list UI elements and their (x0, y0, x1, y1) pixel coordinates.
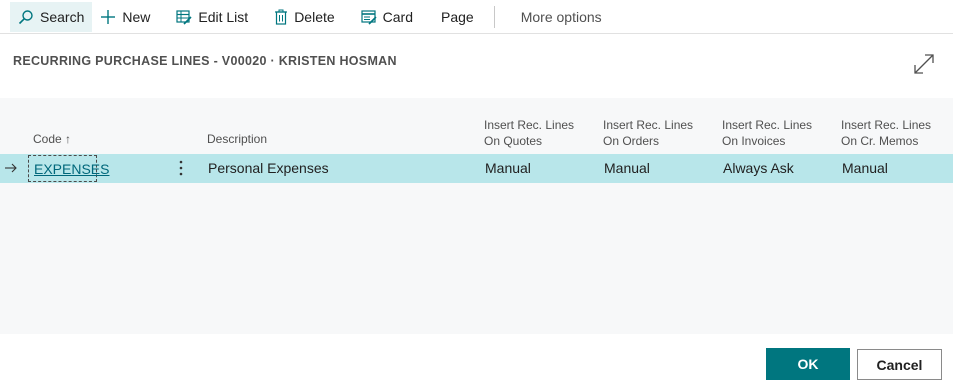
delete-label: Delete (294, 8, 335, 25)
memos-cell[interactable]: Manual (842, 160, 888, 176)
trash-icon (275, 9, 288, 25)
column-header-orders-line2: On Orders (603, 134, 660, 148)
orders-cell[interactable]: Manual (604, 160, 650, 176)
card-label: Card (382, 8, 414, 25)
more-options-button[interactable]: More options (513, 2, 610, 32)
code-link[interactable]: EXPENSES (34, 161, 109, 177)
page-title: RECURRING PURCHASE LINES - V00020 · KRIS… (13, 54, 397, 68)
card-icon (361, 9, 377, 25)
column-header-invoices-line2: On Invoices (722, 134, 786, 148)
column-header-quotes-line2: On Quotes (484, 134, 543, 148)
edit-list-label: Edit List (198, 8, 249, 25)
ok-button[interactable]: OK (766, 348, 850, 380)
current-row-arrow-icon (5, 163, 17, 173)
column-header-invoices-line1: Insert Rec. Lines (722, 118, 813, 132)
code-cell[interactable]: EXPENSES (28, 155, 109, 182)
expand-icon[interactable] (912, 52, 936, 76)
card-button[interactable]: Card (353, 2, 421, 32)
delete-button[interactable]: Delete (266, 2, 342, 32)
column-header-invoices[interactable]: Insert Rec. Lines On Invoices (722, 117, 812, 149)
column-header-memos-line2: On Cr. Memos (841, 134, 919, 148)
lines-grid: Code ↑ Description Insert Rec. Lines On … (0, 98, 953, 334)
column-header-quotes[interactable]: Insert Rec. Lines On Quotes (484, 117, 574, 149)
new-button[interactable]: New (92, 2, 158, 32)
edit-list-button[interactable]: Edit List (168, 2, 256, 32)
cancel-button[interactable]: Cancel (857, 349, 942, 380)
column-header-quotes-line1: Insert Rec. Lines (484, 118, 575, 132)
page-label: Page (441, 8, 474, 25)
column-header-description[interactable]: Description (207, 131, 267, 147)
description-cell[interactable]: Personal Expenses (208, 160, 329, 176)
search-label: Search (40, 8, 85, 25)
edit-list-icon (176, 9, 192, 25)
column-header-orders-line1: Insert Rec. Lines (603, 118, 694, 132)
page-button[interactable]: Page (433, 2, 482, 32)
column-header-orders[interactable]: Insert Rec. Lines On Orders (603, 117, 693, 149)
toolbar-divider (493, 5, 495, 28)
quotes-cell[interactable]: Manual (485, 160, 531, 176)
column-header-memos-line1: Insert Rec. Lines (841, 118, 932, 132)
row-actions-icon[interactable] (176, 159, 186, 177)
action-bar: Search New Edit List Delete Card Page Mo… (0, 0, 953, 34)
new-label: New (122, 8, 151, 25)
invoices-cell[interactable]: Always Ask (723, 160, 794, 176)
plus-icon (101, 9, 116, 24)
search-button[interactable]: Search (10, 1, 93, 32)
column-header-code[interactable]: Code ↑ (33, 131, 71, 147)
search-icon (18, 9, 33, 24)
table-row[interactable]: EXPENSES Personal Expenses Manual Manual… (0, 154, 953, 183)
column-header-memos[interactable]: Insert Rec. Lines On Cr. Memos (841, 117, 931, 149)
